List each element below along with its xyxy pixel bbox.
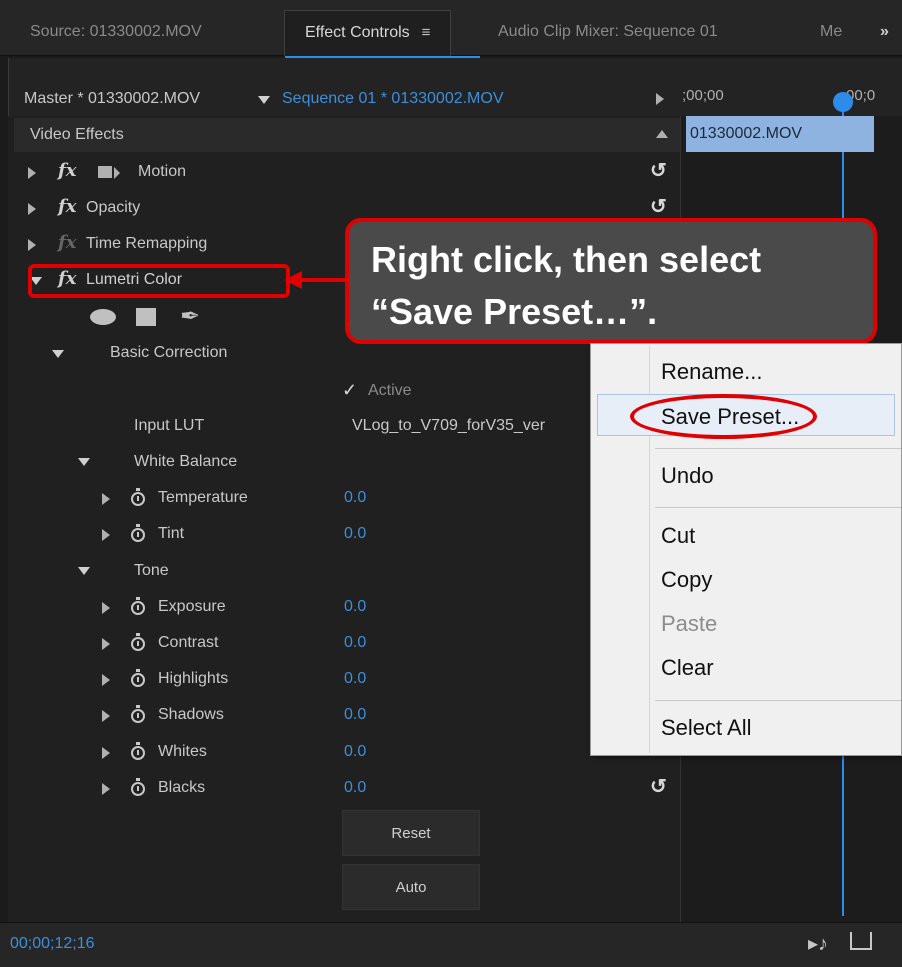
collapse-triangle-icon[interactable] <box>52 350 64 358</box>
motion-arrow-icon <box>114 167 120 179</box>
save-preset-highlight-ellipse <box>630 394 817 439</box>
menu-item-rename[interactable]: Rename... <box>661 359 763 385</box>
panel-tab-bar: Source: 01330002.MOV Effect Controls ≡ Au… <box>0 0 902 56</box>
expand-triangle-icon[interactable] <box>28 239 36 251</box>
motion-transform-icon <box>98 166 112 178</box>
collapse-triangle-icon[interactable] <box>656 130 668 138</box>
param-contrast: Contrast <box>158 634 219 651</box>
input-lut-select[interactable]: VLog_to_V709_forV35_ver <box>352 417 588 435</box>
playhead-handle[interactable] <box>833 92 853 112</box>
param-shadows-value[interactable]: 0.0 <box>344 706 366 724</box>
menu-item-select-all[interactable]: Select All <box>661 715 752 741</box>
effect-motion[interactable]: Motion <box>138 163 186 181</box>
basic-correction-label[interactable]: Basic Correction <box>110 344 227 362</box>
expand-triangle-icon[interactable] <box>102 602 110 614</box>
param-exposure: Exposure <box>158 598 226 615</box>
menu-item-paste: Paste <box>661 611 718 636</box>
stopwatch-icon[interactable] <box>131 524 145 542</box>
timecode-start: ;00;00 <box>682 87 724 104</box>
menu-separator <box>655 700 901 701</box>
callout-line-2: “Save Preset…”. <box>371 291 658 332</box>
param-tint-value[interactable]: 0.0 <box>344 525 366 543</box>
collapse-triangle-icon[interactable] <box>78 458 90 466</box>
tab-effect-controls-label: Effect Controls <box>305 24 410 41</box>
ellipse-mask-icon[interactable] <box>90 309 116 325</box>
expand-triangle-icon[interactable] <box>28 167 36 179</box>
lumetri-highlight-box <box>28 264 290 298</box>
checkmark-icon[interactable]: ✓ <box>342 380 357 401</box>
expand-triangle-icon[interactable] <box>102 529 110 541</box>
fx-icon[interactable]: fx <box>58 196 76 217</box>
effect-opacity[interactable]: Opacity <box>86 199 140 217</box>
export-icon[interactable] <box>850 932 872 950</box>
param-highlights: Highlights <box>158 670 229 687</box>
section-title: Video Effects <box>30 126 124 143</box>
menu-icon[interactable]: ≡ <box>422 11 431 55</box>
input-lut-label: Input LUT <box>134 417 205 434</box>
expand-triangle-icon[interactable] <box>102 710 110 722</box>
play-audio-icon[interactable]: ▸♪ <box>808 931 828 956</box>
param-temperature-value[interactable]: 0.0 <box>344 489 366 507</box>
tab-metadata[interactable]: Me <box>820 10 842 56</box>
pen-mask-icon[interactable]: ✒ <box>180 302 200 331</box>
master-clip-label[interactable]: Master * 01330002.MOV <box>24 90 200 108</box>
annotation-arrow-head <box>284 271 302 289</box>
param-temperature: Temperature <box>158 489 248 506</box>
timeline-clip[interactable]: 01330002.MOV <box>686 116 874 152</box>
overflow-icon[interactable]: » <box>880 10 889 56</box>
menu-item-copy[interactable]: Copy <box>661 567 712 593</box>
param-whites: Whites <box>158 743 207 760</box>
param-whites-value[interactable]: 0.0 <box>344 743 366 761</box>
instruction-callout: Right click, then select “Save Preset…”. <box>345 218 877 344</box>
expand-triangle-icon[interactable] <box>28 203 36 215</box>
collapse-triangle-icon[interactable] <box>78 567 90 575</box>
stopwatch-icon[interactable] <box>131 633 145 651</box>
stopwatch-icon[interactable] <box>131 778 145 796</box>
reset-icon[interactable]: ↺ <box>650 194 667 219</box>
expand-triangle-icon[interactable] <box>656 93 664 105</box>
footer-timecode[interactable]: 00;00;12;16 <box>10 935 95 953</box>
auto-button[interactable]: Auto <box>342 864 480 910</box>
param-blacks-value[interactable]: 0.0 <box>344 779 366 797</box>
stopwatch-icon[interactable] <box>131 742 145 760</box>
fx-icon[interactable]: fx <box>58 160 76 181</box>
dropdown-triangle-icon[interactable] <box>258 96 270 104</box>
active-label: Active <box>368 382 412 399</box>
stopwatch-icon[interactable] <box>131 705 145 723</box>
tab-effect-controls[interactable]: Effect Controls ≡ <box>284 10 452 56</box>
stopwatch-icon[interactable] <box>131 488 145 506</box>
expand-triangle-icon[interactable] <box>102 493 110 505</box>
param-contrast-value[interactable]: 0.0 <box>344 634 366 652</box>
stopwatch-icon[interactable] <box>131 669 145 687</box>
tone-label[interactable]: Tone <box>134 562 169 580</box>
menu-item-cut[interactable]: Cut <box>661 523 695 549</box>
rect-mask-icon[interactable] <box>136 308 156 326</box>
expand-triangle-icon[interactable] <box>102 638 110 650</box>
param-exposure-value[interactable]: 0.0 <box>344 598 366 616</box>
param-shadows: Shadows <box>158 706 224 723</box>
reset-icon[interactable]: ↺ <box>650 158 667 183</box>
annotation-arrow-line <box>300 278 348 282</box>
param-highlights-value[interactable]: 0.0 <box>344 670 366 688</box>
reset-button[interactable]: Reset <box>342 810 480 856</box>
sequence-clip-label[interactable]: Sequence 01 * 01330002.MOV <box>282 90 504 108</box>
menu-separator <box>655 448 901 449</box>
callout-line-1: Right click, then select <box>371 239 762 280</box>
expand-triangle-icon[interactable] <box>102 674 110 686</box>
expand-triangle-icon[interactable] <box>102 747 110 759</box>
stopwatch-icon[interactable] <box>131 597 145 615</box>
fx-icon: fx <box>58 232 77 253</box>
white-balance-label[interactable]: White Balance <box>134 453 237 471</box>
tab-audio-clip-mixer[interactable]: Audio Clip Mixer: Sequence 01 <box>498 10 718 56</box>
menu-separator <box>655 507 901 508</box>
tab-source[interactable]: Source: 01330002.MOV <box>30 10 202 56</box>
menu-item-clear[interactable]: Clear <box>661 655 714 681</box>
menu-item-undo[interactable]: Undo <box>661 463 714 489</box>
param-tint: Tint <box>158 525 185 542</box>
effect-time-remapping[interactable]: Time Remapping <box>86 235 207 253</box>
panel-footer: 00;00;12;16 ▸♪ <box>0 922 902 967</box>
param-blacks: Blacks <box>158 779 206 796</box>
reset-icon[interactable]: ↺ <box>650 774 667 799</box>
expand-triangle-icon[interactable] <box>102 783 110 795</box>
